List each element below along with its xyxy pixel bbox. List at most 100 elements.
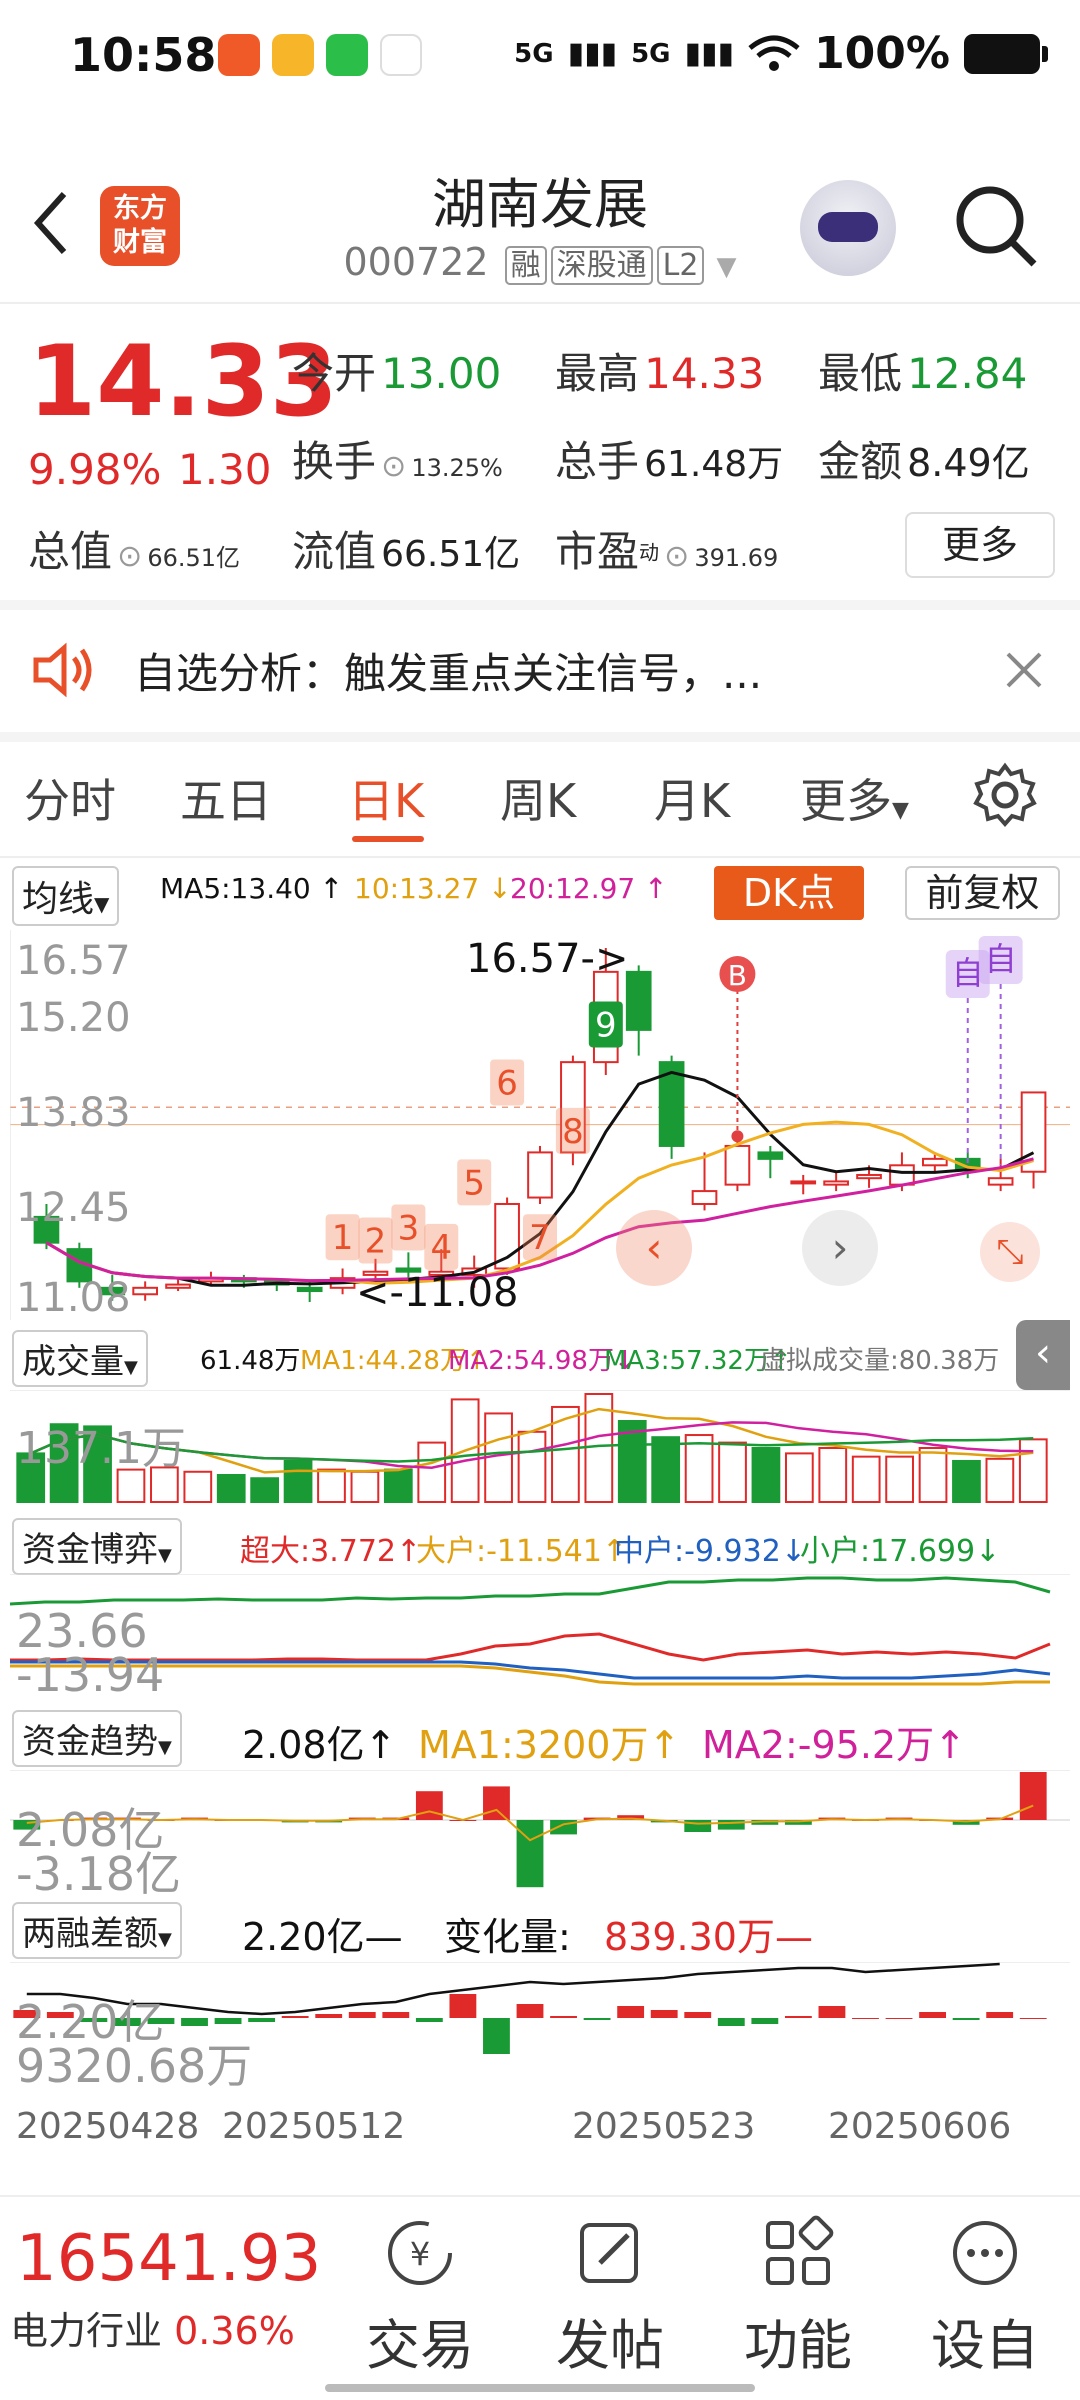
date-label-2: 20250512 [222, 2106, 406, 2147]
search-icon[interactable] [950, 180, 1040, 270]
amount-value: 8.49亿 [907, 441, 1030, 485]
volume-bar [885, 1455, 914, 1503]
mid-line [10, 1660, 1051, 1680]
nav-post[interactable]: 发帖 [545, 2215, 675, 2380]
open-item: 今开 13.00 [292, 340, 501, 401]
index-change: 0.36% [174, 2309, 295, 2353]
buy-marker-text: B [728, 959, 747, 992]
info-circle-icon: ⊙ [381, 449, 407, 484]
prev-arrow-button[interactable]: ‹ [616, 1210, 692, 1286]
tag-l2: L2 [656, 246, 705, 285]
gear-icon[interactable] [972, 762, 1038, 828]
margin-bar [952, 2018, 980, 2020]
index-value[interactable]: 16541.93 [16, 2222, 321, 2296]
ma5-label: MA5:13.40 ↑ [160, 872, 344, 905]
margin-bar [382, 2012, 410, 2018]
trend-bar [717, 1820, 745, 1830]
trend-bar [516, 1820, 544, 1888]
ma-selector[interactable]: 均线▼ [12, 866, 120, 926]
dk-point-button[interactable]: DK点 [714, 866, 864, 920]
signal-marker-7: 7 [529, 1218, 551, 1258]
date-label-4: 20250606 [828, 2106, 1012, 2147]
candle-body [165, 1283, 191, 1289]
tab-day-k[interactable]: 日K [348, 765, 424, 831]
margin-bar [986, 2012, 1014, 2018]
collapse-panel-button[interactable]: ‹ [1016, 1320, 1070, 1390]
volume-bar [417, 1441, 447, 1503]
turnover-value: 13.25% [411, 454, 503, 482]
margin-selector[interactable]: 两融差额▼ [12, 1902, 182, 1959]
volume-label: 总手 [555, 437, 640, 486]
tab-five-day[interactable]: 五日 [180, 765, 272, 831]
volume-selector[interactable]: 成交量▼ [12, 1330, 148, 1387]
notice-text[interactable]: 自选分析：触发重点关注信号，... [134, 640, 762, 701]
more-quote-button[interactable]: 更多 [905, 512, 1055, 578]
home-indicator [325, 2384, 755, 2392]
candle-body [790, 1180, 817, 1185]
stock-code-row[interactable]: 000722 融深股通 L2 ▼ [0, 240, 1080, 285]
tab-underline [352, 836, 424, 842]
signal-bars-icon: ▮▮▮ [567, 36, 618, 71]
stock-name[interactable]: 湖南发展 [0, 160, 1080, 239]
nav-watchlist[interactable]: 设自 [920, 2215, 1050, 2380]
fund-trend-ma1: MA1:3200万↑ [418, 1723, 681, 1767]
fund-super: 超大:3.772↑ [240, 1534, 422, 1569]
edit-icon [580, 2223, 638, 2283]
nav-watchlist-label: 设自 [931, 2314, 1039, 2377]
candle-body [691, 1190, 718, 1205]
nav-function[interactable]: 功能 [733, 2215, 863, 2380]
status-right: 5G ▮▮▮ 5G ▮▮▮ 100% [514, 28, 1048, 79]
fund-game-selector[interactable]: 资金博弈▼ [12, 1518, 182, 1575]
y-label-5: 11.08 [16, 1275, 131, 1321]
fund-large: 大户:-11.541↑ [416, 1534, 628, 1569]
adjust-button[interactable]: 前复权 [905, 866, 1060, 920]
margin-bar [684, 2012, 712, 2018]
volume-bar [651, 1436, 681, 1504]
candle-body [757, 1151, 784, 1160]
candle-body [823, 1180, 849, 1186]
index-name: 电力行业 [10, 2309, 163, 2353]
info-circle-icon: ⊙ [117, 539, 143, 574]
trend-bottom-label: -3.18亿 [16, 1847, 182, 1901]
section-gap [0, 600, 1080, 610]
margin-bar [315, 2014, 343, 2018]
margin-bottom-label: 9320.68万 [16, 2039, 253, 2093]
fund-game-chart[interactable] [10, 1574, 1070, 1700]
mktcap-item[interactable]: 总值 ⊙ 66.51亿 [28, 518, 240, 579]
close-icon[interactable] [1004, 650, 1044, 690]
index-info[interactable]: 电力行业 0.36% [10, 2300, 295, 2355]
kline-chart[interactable]: 1 2 3 456789B 自自 [10, 930, 1070, 1320]
caret-down-icon: ▼ [158, 1737, 172, 1758]
ma10-label: 10:13.27 ↓ [354, 872, 512, 905]
speaker-icon [33, 642, 92, 698]
signal-marker-5: 5 [463, 1163, 485, 1203]
pe-value: 391.69 [694, 544, 779, 572]
margin-bar [516, 2004, 544, 2018]
candle-body [132, 1286, 159, 1296]
next-arrow-button[interactable]: › [802, 1210, 878, 1286]
tab-timeshare[interactable]: 分时 [24, 765, 116, 831]
signal-bars-icon: ▮▮▮ [684, 36, 735, 71]
date-label-1: 20250428 [16, 2106, 200, 2147]
vol-max-label: 137.1万 [16, 1423, 186, 1474]
turnover-item[interactable]: 换手 ⊙ 13.25% [292, 428, 503, 489]
low-label: 最低 [818, 349, 903, 398]
tab-more[interactable]: 更多▼ [800, 765, 909, 831]
app-icon-4 [380, 34, 422, 76]
candle-body [889, 1164, 915, 1186]
fund-trend-selector[interactable]: 资金趋势▼ [12, 1710, 182, 1767]
buy-marker-dot [731, 1130, 744, 1143]
pe-item[interactable]: 市盈动 ⊙ 391.69 [555, 518, 778, 579]
tab-month-k[interactable]: 月K [654, 765, 730, 831]
high-label: 最高 [555, 349, 640, 398]
volume-bar [751, 1447, 781, 1503]
fullscreen-icon[interactable]: ⤡ [980, 1222, 1040, 1282]
nav-trade[interactable]: ¥ 交易 [355, 2215, 485, 2380]
margin-bar [550, 2016, 577, 2018]
caret-down-icon: ▼ [94, 892, 110, 916]
volume-bar [383, 1468, 413, 1503]
volume-bar [283, 1459, 313, 1503]
app-icon-2 [272, 34, 314, 76]
tab-week-k[interactable]: 周K [500, 765, 576, 831]
low-note: <-11.08 [356, 1270, 519, 1316]
